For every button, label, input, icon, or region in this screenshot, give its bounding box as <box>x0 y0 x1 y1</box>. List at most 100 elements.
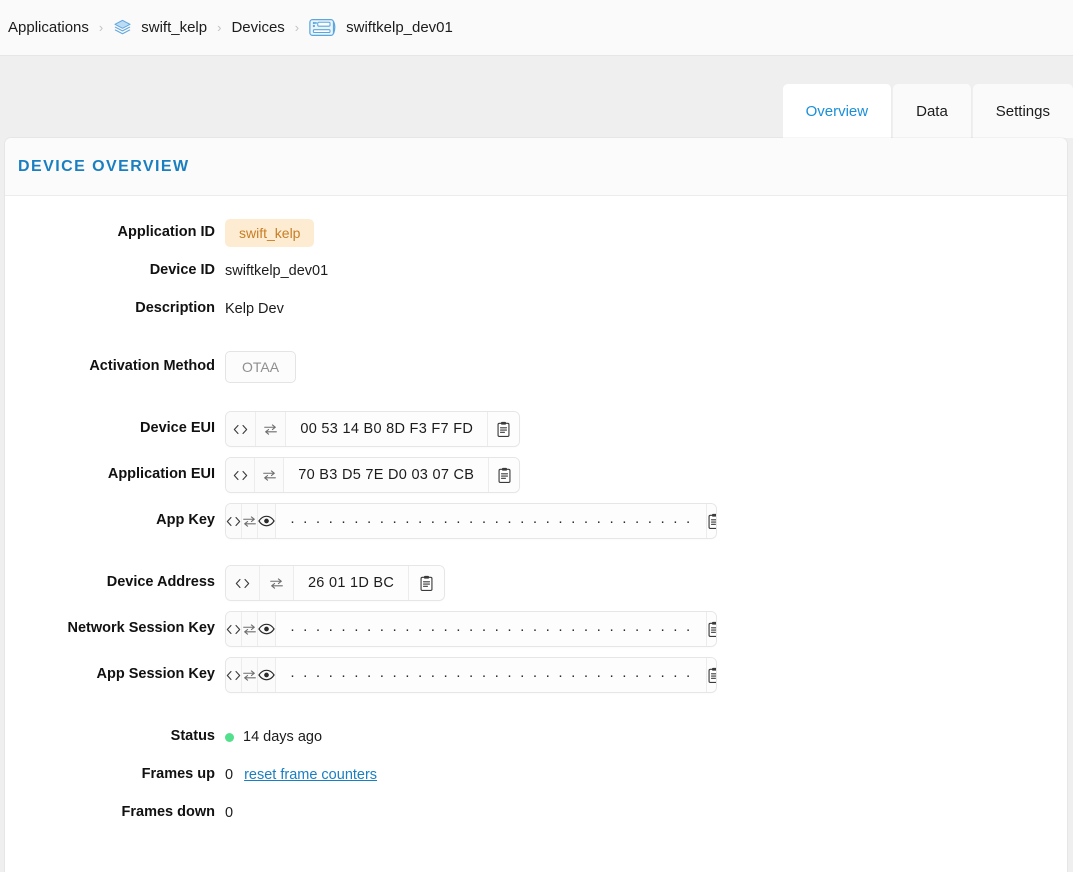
row-activation-method: Activation Method OTAA <box>5 348 1067 386</box>
swap-byte-order-icon[interactable] <box>259 566 294 600</box>
row-device-address: Device Address 26 01 1D BC <box>5 564 1067 602</box>
breadcrumb-separator: › <box>98 20 104 35</box>
value-app-session-key: · · · · · · · · · · · · · · · · · · · · … <box>225 657 717 693</box>
breadcrumb-label-devices[interactable]: Devices <box>231 19 284 36</box>
breadcrumb-label-device: swiftkelp_dev01 <box>346 19 453 36</box>
breadcrumb-item-swift-kelp[interactable]: swift_kelp <box>113 18 207 37</box>
copy-clipboard-icon[interactable] <box>408 566 444 600</box>
activation-method-badge: OTAA <box>225 351 297 383</box>
swap-byte-order-icon[interactable] <box>242 658 258 692</box>
label-device-eui: Device EUI <box>140 420 215 437</box>
label-activation-method: Activation Method <box>89 358 215 375</box>
value-activation-method: OTAA <box>225 351 297 383</box>
label-device-address: Device Address <box>106 574 215 591</box>
row-device-eui: Device EUI 00 53 14 B0 8D F3 F7 FD <box>5 410 1067 448</box>
app-session-key-field: · · · · · · · · · · · · · · · · · · · · … <box>225 657 717 693</box>
value-frames-up: 0 reset frame counters <box>225 767 377 783</box>
label-application-id: Application ID <box>117 224 215 241</box>
tab-bar: Overview Data Settings <box>782 84 1073 138</box>
tab-overview-label: Overview <box>805 102 869 120</box>
reset-frame-counters-link[interactable]: reset frame counters <box>244 767 377 783</box>
network-session-key-value-masked: · · · · · · · · · · · · · · · · · · · · … <box>276 612 707 646</box>
tab-region: Overview Data Settings <box>0 56 1073 138</box>
app-session-key-value-masked: · · · · · · · · · · · · · · · · · · · · … <box>276 658 707 692</box>
page-title: Device Overview <box>18 157 190 175</box>
row-device-id: Device ID swiftkelp_dev01 <box>5 252 1067 290</box>
value-frames-down: 0 <box>225 805 233 821</box>
label-app-key: App Key <box>156 512 215 529</box>
breadcrumb: Applications › swift_kelp › Devices › sw… <box>0 0 1073 56</box>
code-brackets-icon[interactable] <box>226 458 256 492</box>
row-application-id: Application ID swift_kelp <box>5 214 1067 252</box>
code-brackets-icon[interactable] <box>226 612 242 646</box>
application-eui-field: 70 B3 D5 7E D0 03 07 CB <box>225 457 520 493</box>
breadcrumb-label-swift-kelp[interactable]: swift_kelp <box>141 19 207 36</box>
row-network-session-key: Network Session Key · · · · · · · · · · … <box>5 610 1067 648</box>
network-session-key-field: · · · · · · · · · · · · · · · · · · · · … <box>225 611 717 647</box>
reveal-eye-icon[interactable] <box>258 504 276 538</box>
tab-settings[interactable]: Settings <box>972 84 1073 138</box>
layers-stack-icon <box>113 18 132 37</box>
reveal-eye-icon[interactable] <box>258 658 276 692</box>
label-network-session-key: Network Session Key <box>67 620 215 637</box>
row-description: Description Kelp Dev <box>5 290 1067 328</box>
breadcrumb-separator: › <box>294 20 300 35</box>
label-device-id: Device ID <box>149 262 215 279</box>
reveal-eye-icon[interactable] <box>258 612 276 646</box>
tab-settings-label: Settings <box>995 102 1050 120</box>
value-application-id: swift_kelp <box>225 219 315 247</box>
label-frames-up: Frames up <box>141 766 215 783</box>
device-eui-field: 00 53 14 B0 8D F3 F7 FD <box>225 411 520 447</box>
tab-overview[interactable]: Overview <box>782 84 893 138</box>
row-frames-down: Frames down 0 <box>5 794 1067 832</box>
breadcrumb-item-applications[interactable]: Applications <box>8 19 89 36</box>
swap-byte-order-icon[interactable] <box>256 412 287 446</box>
breadcrumb-separator: › <box>217 20 222 35</box>
swap-byte-order-icon[interactable] <box>242 504 258 538</box>
copy-clipboard-icon[interactable] <box>487 412 519 446</box>
label-frames-down: Frames down <box>121 804 215 821</box>
value-description: Kelp Dev <box>225 301 284 317</box>
row-app-key: App Key · · · · · · · · · · · · · · · · … <box>5 502 1067 540</box>
label-description: Description <box>135 300 215 317</box>
breadcrumb-item-devices[interactable]: Devices <box>231 19 284 36</box>
copy-clipboard-icon[interactable] <box>706 658 716 692</box>
label-status: Status <box>170 728 215 745</box>
status-online-dot-icon <box>225 732 234 742</box>
code-brackets-icon[interactable] <box>226 504 242 538</box>
swap-byte-order-icon[interactable] <box>242 612 258 646</box>
breadcrumb-label-applications[interactable]: Applications <box>8 19 89 36</box>
value-device-eui: 00 53 14 B0 8D F3 F7 FD <box>225 411 520 447</box>
device-overview-card: Device Overview Application ID swift_kel… <box>5 138 1067 872</box>
card-body: Application ID swift_kelp Device ID swif… <box>5 196 1067 832</box>
copy-clipboard-icon[interactable] <box>488 458 519 492</box>
copy-clipboard-icon[interactable] <box>706 504 716 538</box>
application-eui-value: 70 B3 D5 7E D0 03 07 CB <box>284 458 489 492</box>
value-app-key: · · · · · · · · · · · · · · · · · · · · … <box>225 503 717 539</box>
tab-data-label: Data <box>916 102 948 120</box>
frames-up-count: 0 <box>225 767 234 783</box>
value-status: 14 days ago <box>225 729 322 745</box>
app-key-field: · · · · · · · · · · · · · · · · · · · · … <box>225 503 717 539</box>
label-app-session-key: App Session Key <box>96 666 215 683</box>
copy-clipboard-icon[interactable] <box>706 612 716 646</box>
device-eui-value: 00 53 14 B0 8D F3 F7 FD <box>286 412 488 446</box>
frames-down-count: 0 <box>225 805 234 821</box>
value-network-session-key: · · · · · · · · · · · · · · · · · · · · … <box>225 611 717 647</box>
code-brackets-icon[interactable] <box>226 412 257 446</box>
row-app-session-key: App Session Key · · · · · · · · · · · · … <box>5 656 1067 694</box>
label-application-eui: Application EUI <box>107 466 215 483</box>
swap-byte-order-icon[interactable] <box>255 458 285 492</box>
application-id-badge[interactable]: swift_kelp <box>225 219 315 247</box>
breadcrumb-item-device: swiftkelp_dev01 <box>309 17 453 38</box>
code-brackets-icon[interactable] <box>226 658 242 692</box>
card-header: Device Overview <box>5 138 1067 196</box>
tab-data[interactable]: Data <box>893 84 972 138</box>
code-brackets-icon[interactable] <box>226 566 260 600</box>
row-status: Status 14 days ago <box>5 718 1067 756</box>
